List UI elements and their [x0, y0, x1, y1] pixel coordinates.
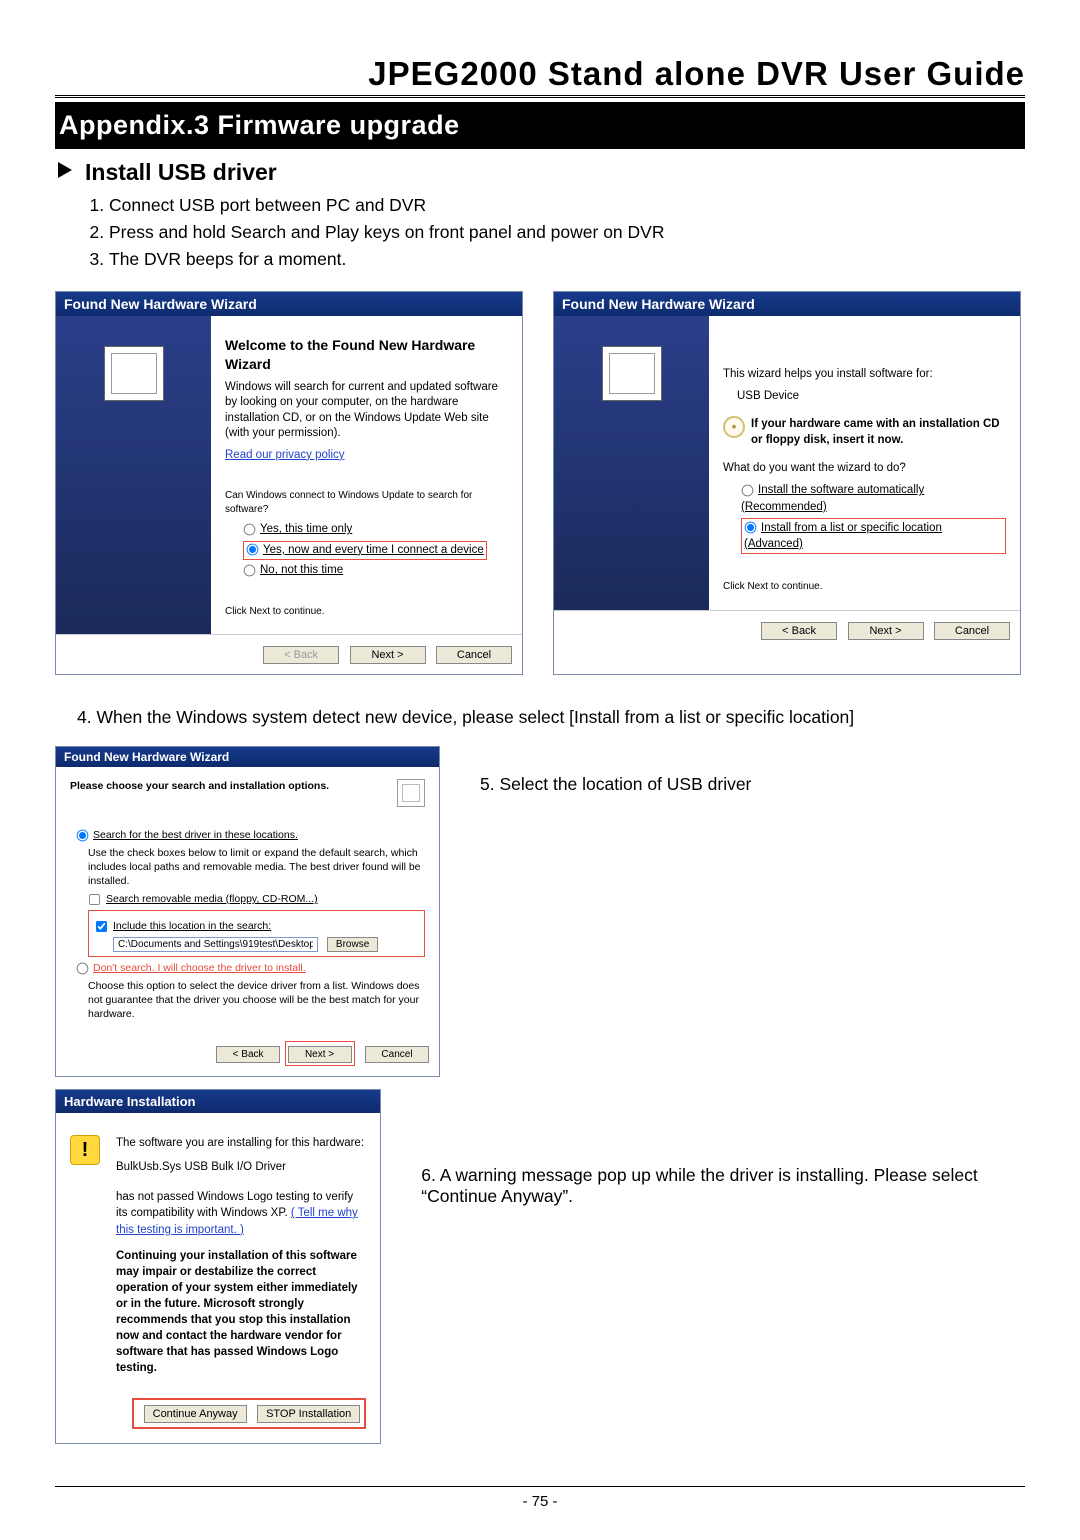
radio-search[interactable]	[77, 830, 89, 842]
radio-yes-once[interactable]	[244, 523, 256, 535]
radio-dont-search-label: Don't search. I will choose the driver t…	[93, 962, 306, 974]
step-1: Connect USB port between PC and DVR	[109, 192, 1025, 219]
next-button[interactable]: Next >	[848, 622, 924, 640]
chk-removable-label: Search removable media (floppy, CD-ROM..…	[106, 893, 318, 905]
chevron-right-icon	[55, 159, 75, 186]
step-6: 6. A warning message pop up while the dr…	[421, 1077, 1025, 1207]
chk-include-location[interactable]	[96, 921, 107, 932]
appendix-heading: Appendix.3 Firmware upgrade	[55, 102, 1025, 149]
section-heading: Install USB driver	[55, 159, 1025, 186]
privacy-link[interactable]: Read our privacy policy	[225, 449, 345, 461]
driver-name: BulkUsb.Sys USB Bulk I/O Driver	[116, 1159, 366, 1175]
radio-no[interactable]	[244, 565, 256, 577]
dialog-title: Hardware Installation	[56, 1090, 380, 1113]
continue-text: Click Next to continue.	[225, 605, 508, 619]
hardware-icon	[602, 346, 662, 401]
dialog-sidebar	[56, 316, 211, 634]
radio-search-label: Search for the best driver in these loca…	[93, 829, 298, 841]
step-2: Press and hold Search and Play keys on f…	[109, 219, 1025, 246]
instruction-list: Connect USB port between PC and DVR Pres…	[109, 192, 1025, 273]
back-button[interactable]: < Back	[216, 1046, 280, 1063]
wizard-intro: Windows will search for current and upda…	[225, 380, 508, 442]
dialog-title: Found New Hardware Wizard	[554, 292, 1020, 316]
browse-button[interactable]: Browse	[327, 937, 378, 952]
section-title: Install USB driver	[85, 159, 277, 185]
page-number: - 75 -	[55, 1487, 1025, 1510]
wizard-question: What do you want the wizard to do?	[723, 460, 1006, 476]
cancel-button[interactable]: Cancel	[934, 622, 1010, 640]
warning-paragraph: Continuing your installation of this sof…	[116, 1248, 366, 1377]
search-desc: Use the check boxes below to limit or ex…	[88, 846, 425, 889]
radio-yes-once-label: Yes, this time only	[260, 523, 352, 535]
step-5: 5. Select the location of USB driver	[480, 746, 751, 795]
wizard-dialog-1: Found New Hardware Wizard Welcome to the…	[55, 291, 523, 675]
radio-advanced-label: Install from a list or specific location…	[744, 522, 942, 550]
device-name: USB Device	[737, 388, 1006, 404]
radio-advanced[interactable]	[745, 522, 757, 534]
wizard-intro: This wizard helps you install software f…	[723, 366, 1006, 382]
hardware-small-icon	[397, 779, 425, 807]
document-title: JPEG2000 Stand alone DVR User Guide	[55, 55, 1025, 98]
radio-auto-label: Install the software automatically (Reco…	[741, 484, 924, 512]
cancel-button[interactable]: Cancel	[365, 1046, 429, 1063]
wizard-question: Can Windows connect to Windows Update to…	[225, 489, 508, 516]
wizard-heading: Welcome to the Found New Hardware Wizard	[225, 336, 508, 374]
chk-include-location-label: Include this location in the search:	[113, 920, 271, 932]
dont-search-desc: Choose this option to select the device …	[88, 979, 425, 1022]
step-4: 4. When the Windows system detect new de…	[77, 707, 1025, 728]
chk-removable[interactable]	[89, 894, 100, 905]
warn-line1: The software you are installing for this…	[116, 1135, 366, 1151]
radio-auto[interactable]	[742, 485, 754, 497]
continue-text: Click Next to continue.	[723, 580, 1006, 594]
dialog-title: Found New Hardware Wizard	[56, 747, 439, 767]
next-button[interactable]: Next >	[350, 646, 426, 664]
dialog-subtitle: Please choose your search and installati…	[70, 779, 425, 793]
location-box: Include this location in the search: Bro…	[88, 910, 425, 957]
hardware-icon	[104, 346, 164, 401]
radio-dont-search[interactable]	[77, 963, 89, 975]
stop-installation-button[interactable]: STOP Installation	[257, 1405, 360, 1423]
cancel-button[interactable]: Cancel	[436, 646, 512, 664]
radio-yes-always-label: Yes, now and every time I connect a devi…	[263, 544, 484, 556]
wizard-dialog-3: Found New Hardware Wizard Please choose …	[55, 746, 440, 1077]
warning-icon: !	[70, 1135, 100, 1165]
step-3: The DVR beeps for a moment.	[109, 246, 1025, 273]
radio-no-label: No, not this time	[260, 564, 343, 576]
hardware-installation-dialog: Hardware Installation ! The software you…	[55, 1089, 381, 1444]
wizard-dialog-2: Found New Hardware Wizard This wizard he…	[553, 291, 1021, 675]
back-button[interactable]: < Back	[761, 622, 837, 640]
radio-yes-always[interactable]	[247, 544, 259, 556]
next-button[interactable]: Next >	[288, 1046, 352, 1063]
cd-note: If your hardware came with an installati…	[751, 416, 1006, 448]
dialog-sidebar	[554, 316, 709, 610]
dialog-title: Found New Hardware Wizard	[56, 292, 522, 316]
back-button[interactable]: < Back	[263, 646, 339, 664]
path-input[interactable]	[113, 937, 318, 952]
cd-icon: •	[723, 416, 745, 438]
continue-anyway-button[interactable]: Continue Anyway	[144, 1405, 247, 1423]
